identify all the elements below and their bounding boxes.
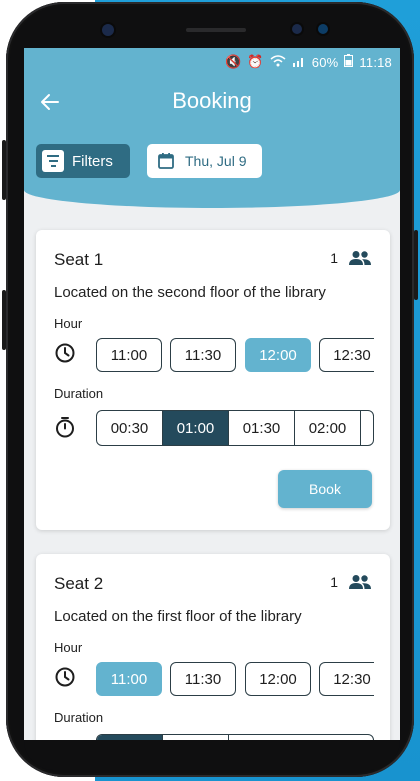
battery-icon bbox=[344, 54, 354, 70]
volume-button bbox=[2, 140, 6, 200]
clock-icon bbox=[55, 667, 75, 687]
filters-button[interactable]: Filters bbox=[36, 144, 130, 178]
calendar-icon bbox=[158, 153, 174, 169]
stopwatch-icon bbox=[56, 417, 74, 438]
seat-capacity: 1 bbox=[330, 250, 372, 266]
hour-selector: 11:00 11:30 12:00 12:30 bbox=[96, 338, 374, 374]
iris-sensor bbox=[318, 24, 328, 34]
seat-name: Seat 1 bbox=[54, 250, 104, 269]
hour-label: Hour bbox=[54, 316, 83, 331]
page-title: Booking bbox=[172, 88, 252, 113]
mute-icon: 🔇 bbox=[225, 54, 242, 69]
filters-label: Filters bbox=[72, 152, 113, 170]
alarm-icon: ⏰ bbox=[247, 54, 264, 69]
front-camera bbox=[102, 24, 114, 36]
seat-card: Seat 1 1 Located on the second floor of … bbox=[36, 230, 390, 530]
duration-option-overflow[interactable] bbox=[361, 411, 373, 445]
power-button bbox=[414, 230, 418, 300]
hour-selector: 11:00 11:30 12:00 12:30 bbox=[96, 662, 374, 698]
bixby-button bbox=[2, 290, 6, 350]
seat-description: Located on the first floor of the librar… bbox=[54, 608, 302, 625]
people-icon bbox=[349, 251, 371, 265]
clock-icon bbox=[55, 343, 75, 363]
filter-list-icon bbox=[42, 150, 64, 172]
date-picker-button[interactable]: Thu, Jul 9 bbox=[147, 144, 262, 178]
seat-description: Located on the second floor of the libra… bbox=[54, 284, 326, 301]
wifi-icon bbox=[270, 54, 286, 70]
hour-chip[interactable]: 11:30 bbox=[170, 662, 236, 696]
capacity-count: 1 bbox=[330, 574, 338, 590]
date-label: Thu, Jul 9 bbox=[185, 153, 247, 169]
duration-label: Duration bbox=[54, 710, 104, 725]
hour-label: Hour bbox=[54, 640, 83, 655]
hour-chip-selected[interactable]: 11:00 bbox=[96, 662, 162, 696]
seat-card: Seat 2 1 Located on the first floor of t… bbox=[36, 554, 390, 740]
capacity-count: 1 bbox=[330, 250, 338, 266]
duration-option[interactable]: 01:30 bbox=[229, 411, 295, 445]
duration-option[interactable]: 02:00 bbox=[295, 411, 361, 445]
seat-capacity: 1 bbox=[330, 574, 372, 590]
earpiece-speaker bbox=[186, 28, 246, 32]
hour-chip[interactable]: 12:30 bbox=[319, 662, 374, 696]
book-button[interactable]: Book bbox=[278, 470, 372, 508]
clock-time: 11:18 bbox=[359, 54, 392, 70]
people-icon bbox=[349, 575, 371, 589]
signal-icon bbox=[292, 55, 306, 70]
battery-percent: 60% bbox=[311, 54, 339, 70]
hour-chip[interactable]: 11:30 bbox=[170, 338, 236, 372]
hour-chip[interactable]: 12:00 bbox=[245, 662, 311, 696]
status-bar: 🔇 ⏰ 60% 11:18 bbox=[225, 54, 392, 70]
hour-chip-selected[interactable]: 12:00 bbox=[245, 338, 311, 372]
duration-option-selected[interactable]: 01:00 bbox=[163, 411, 229, 445]
app-header: 🔇 ⏰ 60% 11:18 Booking Filters Thu, Jul 9 bbox=[24, 48, 400, 208]
hour-chip[interactable]: 12:30 bbox=[319, 338, 374, 372]
phone-bottom-bezel bbox=[24, 740, 400, 770]
sensor bbox=[292, 24, 302, 34]
seat-name: Seat 2 bbox=[54, 574, 104, 593]
hour-chip[interactable]: 11:00 bbox=[96, 338, 162, 372]
duration-option[interactable]: 00:30 bbox=[97, 411, 163, 445]
duration-selector: 00:30 01:00 01:30 02:00 bbox=[96, 410, 374, 446]
app-screen: 🔇 ⏰ 60% 11:18 Booking Filters Thu, Jul 9… bbox=[24, 48, 400, 740]
duration-label: Duration bbox=[54, 386, 104, 401]
